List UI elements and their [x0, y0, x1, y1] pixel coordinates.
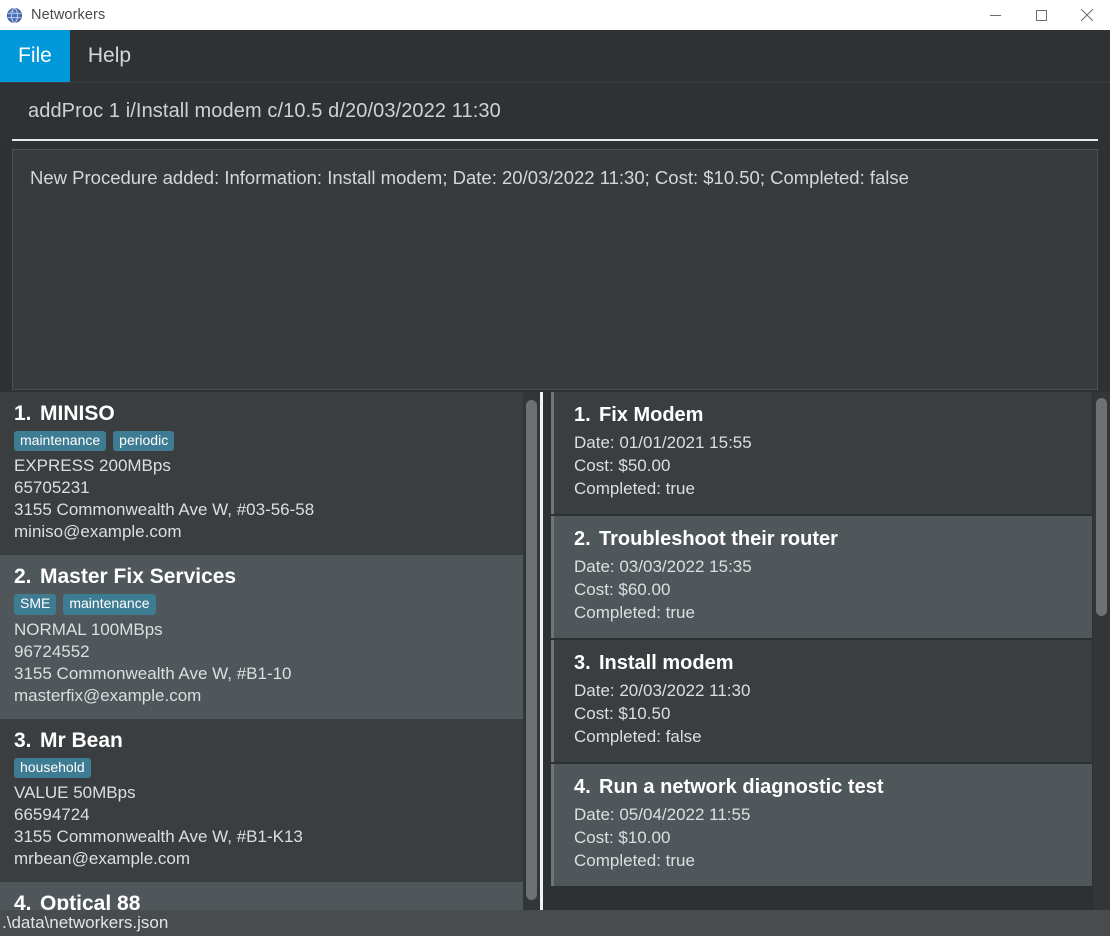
- procedure-cost: Cost: $10.00: [574, 828, 671, 847]
- client-address: 3155 Commonwealth Ave W, #03-56-58: [14, 500, 315, 520]
- client-plan: NORMAL 100MBps: [14, 619, 163, 639]
- client-list[interactable]: 1. MINISO maintenance periodic EXPRESS 2…: [0, 392, 540, 910]
- client-tags: maintenance periodic: [14, 431, 526, 452]
- status-badge: periodic: [113, 431, 175, 452]
- procedure-date: Date: 20/03/2022 11:30: [574, 681, 751, 700]
- procedure-index: 2.: [574, 528, 591, 550]
- command-input-value: addProc 1 i/Install modem c/10.5 d/20/03…: [28, 99, 501, 122]
- client-index: 2.: [14, 565, 32, 589]
- client-list-scrollbar[interactable]: [523, 392, 540, 910]
- result-display-text: New Procedure added: Information: Instal…: [30, 167, 909, 188]
- menu-bar: File Help: [0, 30, 1110, 83]
- client-header: 3. Mr Bean: [14, 729, 526, 753]
- procedure-date: Date: 05/04/2022 11:55: [574, 805, 751, 824]
- procedure-completed: Completed: true: [574, 851, 695, 870]
- procedure-index: 1.: [574, 404, 591, 426]
- client-name: Master Fix Services: [40, 565, 237, 589]
- list-item[interactable]: 4. Run a network diagnostic test Date: 0…: [551, 764, 1092, 886]
- list-item[interactable]: 1. MINISO maintenance periodic EXPRESS 2…: [0, 392, 540, 556]
- client-plan: EXPRESS 200MBps: [14, 456, 171, 476]
- window-title-bar: Networkers: [0, 0, 1110, 30]
- client-header: 1. MINISO: [14, 402, 526, 426]
- procedure-cost: Cost: $60.00: [574, 580, 671, 599]
- procedure-completed: Completed: true: [574, 603, 695, 622]
- status-badge: maintenance: [14, 431, 107, 452]
- procedure-cost: Cost: $50.00: [574, 456, 671, 475]
- main-panels: 1. MINISO maintenance periodic EXPRESS 2…: [0, 392, 1110, 910]
- procedure-title: Fix Modem: [599, 404, 704, 426]
- result-display-panel: New Procedure added: Information: Instal…: [12, 149, 1098, 390]
- client-index: 4.: [14, 892, 32, 910]
- list-item[interactable]: 3. Mr Bean household VALUE 50MBps 665947…: [0, 718, 540, 883]
- list-item[interactable]: 2. Master Fix Services SME maintenance N…: [0, 555, 540, 719]
- list-item[interactable]: 2. Troubleshoot their router Date: 03/03…: [551, 516, 1092, 638]
- client-email: masterfix@example.com: [14, 685, 202, 705]
- client-address: 3155 Commonwealth Ave W, #B1-K13: [14, 827, 303, 847]
- client-name: Mr Bean: [40, 728, 123, 752]
- client-address: 3155 Commonwealth Ave W, #B1-10: [14, 663, 292, 683]
- minimize-icon[interactable]: [972, 0, 1018, 30]
- client-header: 4. Optical 88: [14, 892, 526, 910]
- client-phone: 66594724: [14, 805, 90, 825]
- client-email: miniso@example.com: [14, 522, 182, 542]
- client-name: Optical 88: [40, 892, 141, 910]
- procedure-completed: Completed: true: [574, 479, 695, 498]
- procedure-list-panel: 1. Fix Modem Date: 01/01/2021 15:55 Cost…: [543, 392, 1110, 910]
- list-item[interactable]: 1. Fix Modem Date: 01/01/2021 15:55 Cost…: [551, 392, 1092, 514]
- procedure-title: Troubleshoot their router: [599, 528, 838, 550]
- procedure-index: 4.: [574, 776, 591, 798]
- maximize-icon[interactable]: [1018, 0, 1064, 30]
- command-input[interactable]: addProc 1 i/Install modem c/10.5 d/20/03…: [12, 83, 1098, 141]
- client-index: 1.: [14, 402, 32, 425]
- scrollbar-thumb[interactable]: [1096, 398, 1107, 616]
- procedure-title: Run a network diagnostic test: [599, 776, 884, 798]
- window-title: Networkers: [31, 7, 106, 23]
- command-area: addProc 1 i/Install modem c/10.5 d/20/03…: [0, 83, 1110, 141]
- window-controls: [972, 0, 1110, 30]
- procedure-header: 4. Run a network diagnostic test: [574, 776, 1076, 799]
- status-bar: .\data\networkers.json: [0, 910, 1110, 936]
- scrollbar-thumb[interactable]: [526, 400, 537, 900]
- client-tags: SME maintenance: [14, 594, 526, 615]
- status-badge: household: [14, 757, 91, 779]
- list-item[interactable]: 4. Optical 88: [0, 882, 540, 910]
- list-item[interactable]: 3. Install modem Date: 20/03/2022 11:30 …: [551, 640, 1092, 762]
- globe-network-icon: [6, 7, 23, 24]
- procedure-date: Date: 03/03/2022 15:35: [574, 557, 752, 576]
- menu-item-help[interactable]: Help: [70, 30, 149, 82]
- client-name: MINISO: [40, 402, 115, 425]
- procedure-list[interactable]: 1. Fix Modem Date: 01/01/2021 15:55 Cost…: [543, 392, 1110, 888]
- menu-item-file[interactable]: File: [0, 30, 70, 82]
- procedure-header: 2. Troubleshoot their router: [574, 528, 1076, 551]
- client-header: 2. Master Fix Services: [14, 565, 526, 589]
- procedure-header: 3. Install modem: [574, 652, 1076, 675]
- status-badge: SME: [14, 594, 57, 615]
- procedure-cost: Cost: $10.50: [574, 704, 671, 723]
- procedure-list-scrollbar[interactable]: [1093, 392, 1110, 910]
- client-email: mrbean@example.com: [14, 849, 190, 869]
- close-icon[interactable]: [1064, 0, 1110, 30]
- client-list-panel: 1. MINISO maintenance periodic EXPRESS 2…: [0, 392, 540, 910]
- client-index: 3.: [14, 728, 32, 752]
- menu-item-help-label: Help: [87, 44, 132, 67]
- client-plan: VALUE 50MBps: [14, 783, 136, 803]
- procedure-title: Install modem: [599, 652, 734, 674]
- procedure-index: 3.: [574, 652, 591, 674]
- client-phone: 96724552: [14, 641, 90, 661]
- procedure-completed: Completed: false: [574, 727, 702, 746]
- procedure-date: Date: 01/01/2021 15:55: [574, 433, 752, 452]
- procedure-header: 1. Fix Modem: [574, 404, 1076, 427]
- client-phone: 65705231: [14, 478, 90, 498]
- client-tags: household: [14, 757, 526, 779]
- menu-item-file-label: File: [18, 44, 52, 67]
- status-bar-path: .\data\networkers.json: [2, 913, 169, 932]
- status-badge: maintenance: [63, 594, 156, 615]
